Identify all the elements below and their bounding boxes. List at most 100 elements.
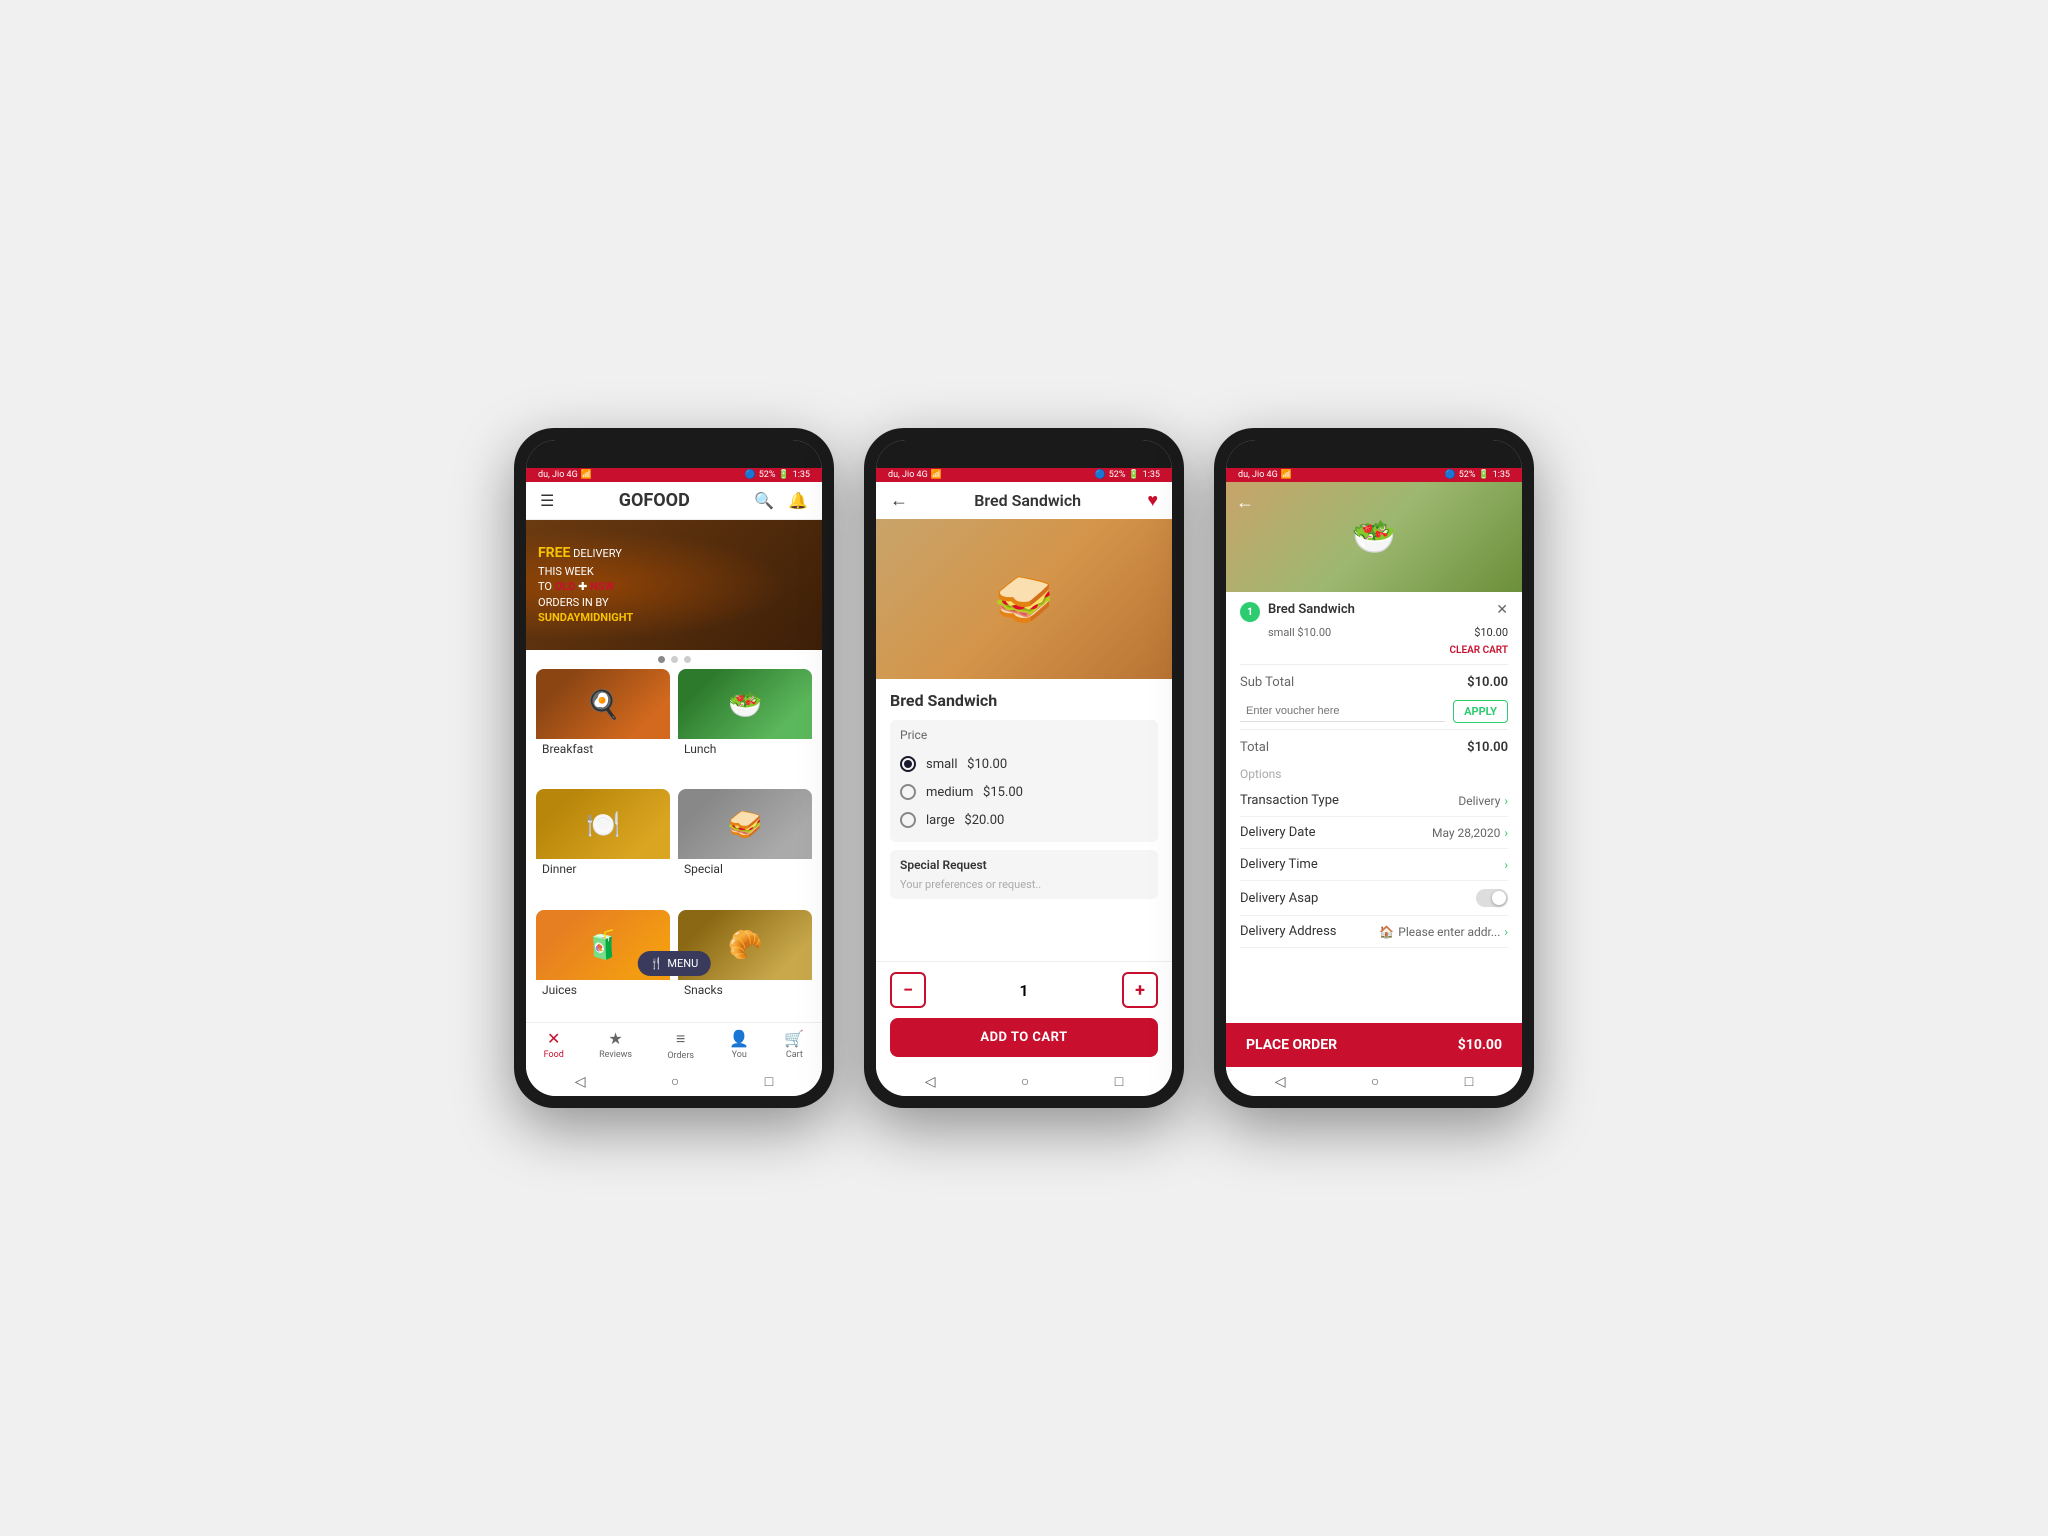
search-icon[interactable]: 🔍 — [754, 491, 774, 510]
cart-item-size: small $10.00 — [1268, 626, 1331, 639]
status-left-3: du, Jio 4G 📶 — [1238, 470, 1292, 480]
food-nav-icon: ✕ — [547, 1029, 560, 1048]
dot-1[interactable] — [658, 656, 665, 663]
bluetooth-icon-3: 🔵 — [1444, 470, 1455, 480]
product-header-title: Bred Sandwich — [974, 491, 1081, 510]
cart-item-remove-button[interactable]: ✕ — [1496, 602, 1508, 618]
quantity-display: 1 — [936, 981, 1112, 1000]
category-dinner[interactable]: 🍽️ Dinner — [536, 789, 670, 901]
status-right-2: 🔵 52% 🔋 1:35 — [1094, 470, 1160, 480]
cart-content: 1 Bred Sandwich ✕ small $10.00 $10.00 CL… — [1226, 592, 1522, 1023]
back-sys-btn-2[interactable]: ◁ — [925, 1074, 936, 1090]
breakfast-thumbnail: 🍳 — [536, 669, 670, 739]
bell-icon[interactable]: 🔔 — [788, 491, 808, 510]
delivery-date-label: Delivery Date — [1240, 825, 1316, 840]
category-breakfast[interactable]: 🍳 Breakfast — [536, 669, 670, 781]
clear-cart-button[interactable]: CLEAR CART — [1240, 645, 1508, 656]
category-lunch[interactable]: 🥗 Lunch — [678, 669, 812, 781]
price-large-label: large $20.00 — [926, 813, 1004, 828]
cart-back-button[interactable]: ← — [1236, 492, 1254, 513]
status-bar-2: du, Jio 4G 📶 🔵 52% 🔋 1:35 — [876, 468, 1172, 482]
recents-sys-btn-3[interactable]: □ — [1465, 1073, 1473, 1090]
back-button[interactable]: ← — [890, 490, 908, 511]
category-special[interactable]: 🥪 Special — [678, 789, 812, 901]
subtotal-row: Sub Total $10.00 — [1240, 671, 1508, 694]
banner-dots — [526, 650, 822, 669]
price-option-medium[interactable]: medium $15.00 — [900, 778, 1148, 806]
time-text-3: 1:35 — [1493, 470, 1510, 480]
home-sys-btn[interactable]: ○ — [671, 1073, 679, 1090]
price-option-small[interactable]: small $10.00 — [900, 750, 1148, 778]
snacks-label: Snacks — [678, 980, 812, 1000]
signal-icon-2: 📶 — [931, 470, 942, 480]
signal-icon-3: 📶 — [1281, 470, 1292, 480]
favorite-button[interactable]: ♥ — [1147, 490, 1158, 511]
back-sys-btn-3[interactable]: ◁ — [1275, 1074, 1286, 1090]
home-icon: 🏠 — [1379, 925, 1394, 939]
delivery-address-text: Please enter addr... — [1398, 925, 1500, 939]
gofood-title: GOFOOD — [619, 490, 690, 511]
place-order-button[interactable]: PLACE ORDER $10.00 — [1226, 1023, 1522, 1067]
menu-fab-button[interactable]: 🍴 MENU — [638, 951, 711, 976]
voucher-input[interactable] — [1240, 701, 1445, 722]
nav-you[interactable]: 👤 You — [729, 1029, 749, 1061]
header-icons: 🔍 🔔 — [754, 491, 808, 510]
delivery-time-row[interactable]: Delivery Time › — [1240, 849, 1508, 881]
cart-nav-label: Cart — [786, 1050, 803, 1060]
divider-2 — [1240, 729, 1508, 730]
apply-voucher-button[interactable]: APPLY — [1453, 700, 1508, 723]
you-nav-icon: 👤 — [729, 1029, 749, 1048]
dinner-thumbnail: 🍽️ — [536, 789, 670, 859]
delivery-date-value: May 28,2020 › — [1432, 826, 1508, 840]
total-row: Total $10.00 — [1240, 736, 1508, 759]
status-right-1: 🔵 52% 🔋 1:35 — [744, 470, 810, 480]
quantity-decrease-button[interactable]: − — [890, 972, 926, 1008]
delivery-time-label: Delivery Time — [1240, 857, 1318, 872]
orders-nav-icon: ≡ — [676, 1029, 685, 1049]
home-sys-btn-2[interactable]: ○ — [1021, 1073, 1029, 1090]
delivery-asap-toggle[interactable] — [1476, 889, 1508, 907]
food-nav-label: Food — [544, 1050, 564, 1060]
delivery-date-row[interactable]: Delivery Date May 28,2020 › — [1240, 817, 1508, 849]
status-left-1: du, Jio 4G 📶 — [538, 470, 592, 480]
delivery-date-chevron: › — [1504, 826, 1508, 840]
price-option-large[interactable]: large $20.00 — [900, 806, 1148, 834]
bottom-navigation: ✕ Food ★ Reviews ≡ Orders 👤 You — [526, 1022, 822, 1067]
free-label: FREE — [538, 545, 570, 561]
transaction-type-row[interactable]: Transaction Type Delivery › — [1240, 785, 1508, 817]
nav-cart[interactable]: 🛒 Cart — [784, 1029, 804, 1061]
phone3-cart-order: du, Jio 4G 📶 🔵 52% 🔋 1:35 ← 🥗 1 — [1214, 428, 1534, 1108]
quantity-increase-button[interactable]: + — [1122, 972, 1158, 1008]
radio-medium[interactable] — [900, 784, 916, 800]
nav-food[interactable]: ✕ Food — [544, 1029, 564, 1061]
dot-3[interactable] — [684, 656, 691, 663]
delivery-address-row[interactable]: Delivery Address 🏠 Please enter addr... … — [1240, 916, 1508, 948]
hamburger-icon[interactable]: ☰ — [540, 491, 554, 510]
special-label: Special — [678, 859, 812, 879]
reviews-nav-label: Reviews — [599, 1050, 632, 1060]
dot-2[interactable] — [671, 656, 678, 663]
back-sys-btn[interactable]: ◁ — [575, 1074, 586, 1090]
bluetooth-icon-2: 🔵 — [1094, 470, 1105, 480]
special-request-input[interactable]: Your preferences or request.. — [900, 878, 1148, 891]
nav-orders[interactable]: ≡ Orders — [667, 1029, 694, 1061]
transaction-type-text: Delivery — [1458, 794, 1500, 808]
to-text: TO — [538, 580, 552, 593]
phone3-main: ← 🥗 1 Bred Sandwich ✕ small $10.00 $10.0… — [1226, 482, 1522, 1096]
home-sys-btn-3[interactable]: ○ — [1371, 1073, 1379, 1090]
options-section-label: Options — [1240, 767, 1508, 781]
you-nav-label: You — [732, 1050, 747, 1060]
add-to-cart-button[interactable]: ADD TO CART — [890, 1018, 1158, 1057]
special-request-label: Special Request — [900, 858, 1148, 872]
battery-icon: 🔋 — [778, 470, 789, 480]
quantity-bar: − 1 + — [876, 961, 1172, 1018]
price-section: Price small $10.00 medium $15.00 — [890, 720, 1158, 842]
radio-large[interactable] — [900, 812, 916, 828]
radio-small[interactable] — [900, 756, 916, 772]
gofood-header: ☰ GOFOOD 🔍 🔔 — [526, 482, 822, 520]
phone2-product-detail: du, Jio 4G 📶 🔵 52% 🔋 1:35 ← Bred Sandwic… — [864, 428, 1184, 1108]
delivery-date-text: May 28,2020 — [1432, 826, 1500, 840]
nav-reviews[interactable]: ★ Reviews — [599, 1029, 632, 1061]
recents-sys-btn-2[interactable]: □ — [1115, 1073, 1123, 1090]
recents-sys-btn[interactable]: □ — [765, 1073, 773, 1090]
